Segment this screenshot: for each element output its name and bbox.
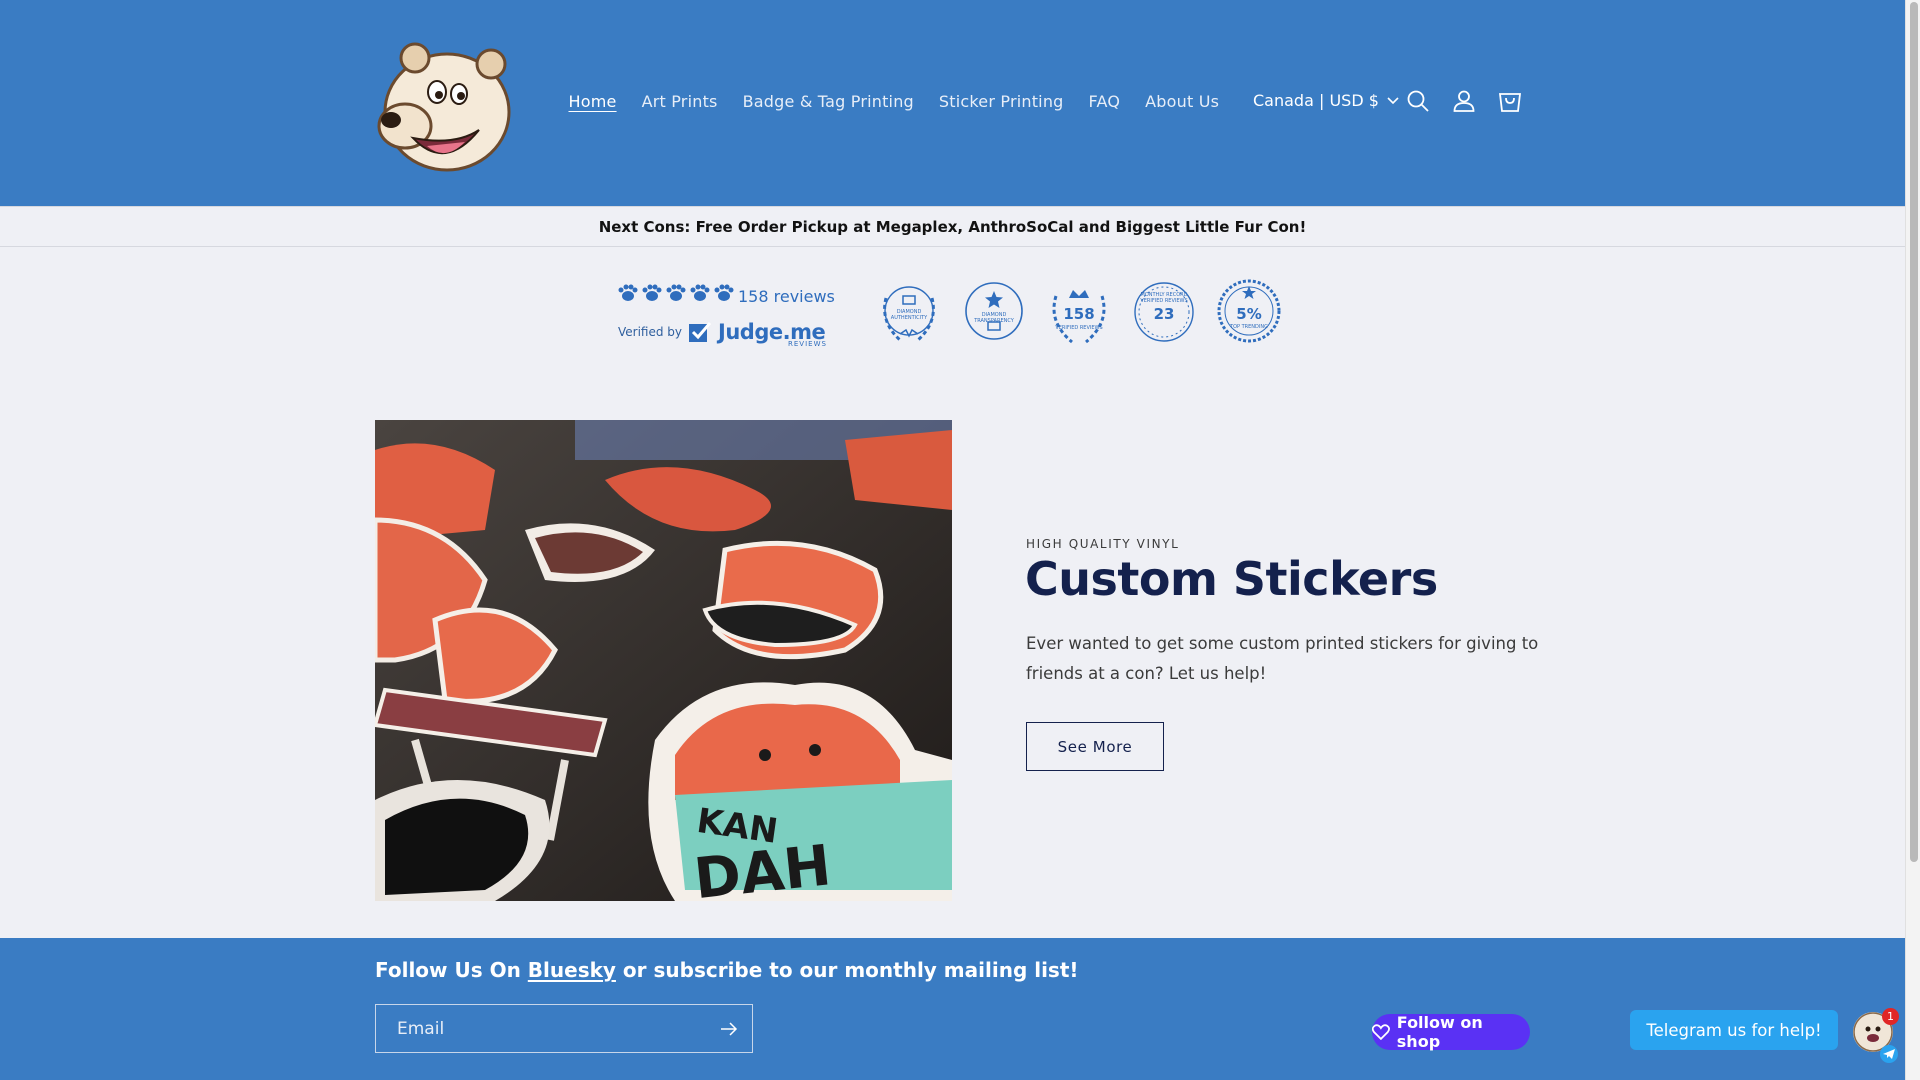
paw-icon xyxy=(642,284,662,301)
badge-number: 23 xyxy=(1153,305,1175,323)
badge-number: 5% xyxy=(1236,305,1262,323)
hero-description: Ever wanted to get some custom printed s… xyxy=(1026,634,1539,683)
nav-art-prints[interactable]: Art Prints xyxy=(629,88,730,115)
locale-label: Canada | USD $ xyxy=(1253,91,1379,110)
nav-faq[interactable]: FAQ xyxy=(1076,88,1133,115)
cart-icon[interactable] xyxy=(1497,88,1523,114)
badge-verified-reviews[interactable]: 158 VERIFIED REVIEWS xyxy=(1046,278,1112,346)
badge-diamond-authenticity[interactable]: DIAMOND AUTHENTICITY xyxy=(876,278,942,346)
hero-eyebrow: HIGH QUALITY VINYL xyxy=(1026,537,1180,551)
review-badges: DIAMOND AUTHENTICITY DIAMOND TRANSPARENC… xyxy=(876,278,1282,346)
paw-icon xyxy=(714,284,734,301)
badge-label: MONTHLY RECORD VERIFIED REVIEWS xyxy=(1140,292,1188,304)
see-more-button[interactable]: See More xyxy=(1026,722,1164,771)
paw-icon xyxy=(690,284,710,301)
bear-logo-icon xyxy=(377,42,511,172)
page-scrollbar[interactable] xyxy=(1905,0,1920,1080)
announcement-bar: Next Cons: Free Order Pickup at Megaplex… xyxy=(0,206,1905,247)
badge-top-trending[interactable]: 5% TOP TRENDING xyxy=(1216,278,1282,346)
badge-monthly-record[interactable]: MONTHLY RECORD VERIFIED REVIEWS 23 xyxy=(1131,278,1197,346)
badge-diamond-transparency[interactable]: DIAMOND TRANSPARENCY xyxy=(961,278,1027,346)
follow-suffix: or subscribe to our monthly mailing list… xyxy=(615,958,1079,982)
locale-selector[interactable]: Canada | USD $ xyxy=(1253,91,1399,110)
main-nav: Home Art Prints Badge & Tag Printing Sti… xyxy=(556,88,1232,115)
badge-number: 158 xyxy=(1063,305,1095,323)
badge-label: DIAMOND AUTHENTICITY xyxy=(890,309,928,321)
judgeme-check-icon xyxy=(689,322,712,342)
scrollbar-thumb[interactable] xyxy=(1910,2,1918,862)
shop-button-label: Follow on shop xyxy=(1396,1013,1483,1051)
email-input[interactable] xyxy=(377,1006,697,1051)
notification-badge: 1 xyxy=(1882,1008,1899,1025)
hero-image: KAN DAH xyxy=(375,420,952,901)
chevron-down-icon xyxy=(1387,96,1399,104)
review-count[interactable]: 158 reviews xyxy=(738,287,835,306)
badge-label: DIAMOND TRANSPARENCY xyxy=(974,312,1014,324)
badge-label: VERIFIED REVIEWS xyxy=(1055,325,1103,331)
stickers-photo-icon: KAN DAH xyxy=(375,420,952,901)
site-header: Home Art Prints Badge & Tag Printing Sti… xyxy=(0,0,1905,206)
nav-about-us[interactable]: About Us xyxy=(1133,88,1232,115)
nav-sticker-printing[interactable]: Sticker Printing xyxy=(926,88,1076,115)
nav-home[interactable]: Home xyxy=(556,88,629,115)
email-signup xyxy=(375,1004,753,1053)
follow-on-shop-button[interactable]: Follow on shop xyxy=(1372,1013,1530,1051)
reviews-widget[interactable]: 158 reviews Verified by Judge.me REVIEWS xyxy=(618,284,838,354)
telegram-button-label: Telegram us for help! xyxy=(1646,1020,1822,1040)
follow-prefix: Follow Us On xyxy=(375,958,528,982)
account-icon[interactable] xyxy=(1451,88,1477,114)
hero-title: Custom Stickers xyxy=(1025,552,1438,606)
judgeme-sub: REVIEWS xyxy=(788,340,827,348)
announcement-text: Next Cons: Free Order Pickup at Megaplex… xyxy=(598,217,1307,236)
search-icon[interactable] xyxy=(1405,88,1431,114)
logo[interactable] xyxy=(375,34,520,174)
arrow-right-icon[interactable] xyxy=(720,1021,738,1037)
follow-heading: Follow Us On Bluesky or subscribe to our… xyxy=(375,958,1079,982)
heart-icon xyxy=(1372,1024,1390,1040)
nav-badge-tag-printing[interactable]: Badge & Tag Printing xyxy=(730,88,926,115)
paw-icon xyxy=(666,284,686,301)
paw-icon xyxy=(618,284,638,301)
verified-by-label: Verified by xyxy=(618,325,683,339)
badge-label: TOP TRENDING xyxy=(1230,324,1268,330)
telegram-help-button[interactable]: Telegram us for help! xyxy=(1630,1010,1838,1050)
telegram-icon xyxy=(1880,1045,1898,1063)
bluesky-link[interactable]: Bluesky xyxy=(528,958,616,982)
